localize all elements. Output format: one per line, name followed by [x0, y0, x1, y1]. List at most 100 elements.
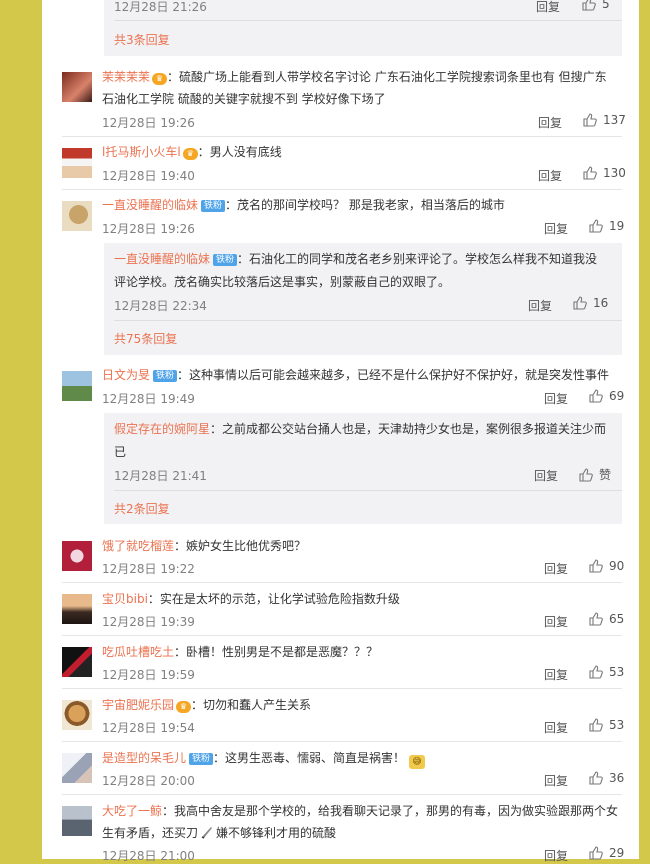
like-button[interactable]: 5 [582, 0, 610, 11]
like-count: 5 [602, 0, 610, 11]
like-button[interactable]: 赞 [579, 466, 611, 483]
divider [62, 688, 622, 689]
avatar[interactable] [62, 700, 92, 730]
username-link[interactable]: 宇宙肥妮乐园 [102, 698, 174, 712]
username-link[interactable]: 是造型的呆毛儿 [102, 751, 186, 765]
like-button[interactable]: 53 [589, 665, 624, 679]
like-count: 36 [609, 771, 625, 785]
vip-crown-icon: ♛ [152, 73, 168, 85]
comment-text: l托马斯小火车l ♛ ：男人没有底线 [102, 145, 282, 160]
like-button[interactable]: 69 [589, 389, 624, 403]
reply-button[interactable]: 回复 [544, 847, 568, 864]
username-link[interactable]: 茉茉茉茉 [102, 70, 150, 84]
reply-button[interactable]: 回复 [538, 167, 562, 184]
reply-button[interactable]: 回复 [538, 114, 562, 131]
avatar[interactable] [62, 541, 92, 571]
divider [62, 741, 622, 742]
reply-text: 一直没睡醒的临妹 铁粉 ：石油化工的同学和茂名老乡别来评论了。学校怎么样我不知道我没 [114, 252, 598, 266]
divider [62, 189, 622, 190]
sweat-emoji-icon: 😅 [408, 755, 425, 769]
avatar[interactable] [62, 647, 92, 677]
thumb-up-icon [583, 166, 597, 180]
like-count: 130 [603, 166, 626, 180]
divider [62, 582, 622, 583]
like-count: 53 [609, 665, 625, 679]
comment-text: 宇宙肥妮乐园 ♛ ：切勿和蠢人产生关系 [102, 698, 312, 713]
reply-button[interactable]: 回复 [534, 467, 558, 484]
like-count: 69 [609, 389, 625, 403]
username-link[interactable]: 一直没睡醒的临妹 [114, 252, 210, 266]
reply-button[interactable]: 回复 [536, 0, 560, 15]
like-count: 19 [609, 219, 625, 233]
like-button[interactable]: 16 [573, 296, 608, 310]
reply-button[interactable]: 回复 [528, 297, 552, 314]
fan-badge: 铁粉 [153, 370, 178, 382]
more-replies-link[interactable]: 共3条回复 [114, 31, 170, 48]
vip-crown-icon: ♛ [176, 701, 192, 713]
thumb-up-icon [589, 219, 603, 233]
thumb-up-icon [589, 846, 603, 860]
username-link[interactable]: 吃瓜吐槽吃土 [102, 645, 174, 659]
reply-time: 12月28日 22:34 [114, 299, 207, 313]
comment-text-line2: 石油化工学院 硫酸的关键字就搜不到 学校好像下场了 [102, 92, 386, 106]
more-replies-link[interactable]: 共2条回复 [114, 500, 170, 517]
comment-text: 吃瓜吐槽吃土：卧槽！性别男是不是都是恶魔？？？ [102, 645, 379, 659]
thumb-up-icon [583, 113, 597, 127]
comment-time: 12月28日 19:49 [102, 392, 195, 406]
fan-badge: 铁粉 [201, 200, 226, 212]
like-count: 65 [609, 612, 625, 626]
like-count: 53 [609, 718, 625, 732]
username-link[interactable]: 一直没睡醒的临妹 [102, 198, 198, 212]
avatar[interactable] [62, 148, 92, 178]
divider [62, 635, 622, 636]
reply-button[interactable]: 回复 [544, 719, 568, 736]
thumb-up-icon [589, 718, 603, 732]
username-link[interactable]: 日文为旻 [102, 368, 150, 382]
comment-text: 一直没睡醒的临妹 铁粉 ：茂名的那间学校吗？ 那是我老家，相当落后的城市 [102, 198, 505, 212]
avatar[interactable] [62, 594, 92, 624]
thumb-up-icon [579, 468, 593, 482]
username-link[interactable]: 饿了就吃榴莲 [102, 539, 174, 553]
avatar[interactable] [62, 753, 92, 783]
reply-text: 假定存在的婉阿星：之前成都公交站台捅人也是，天津劫持少女也是，案例很多报道关注少… [114, 422, 607, 436]
username-link[interactable]: 大吃了一鲸 [102, 804, 162, 818]
like-count: 赞 [599, 468, 612, 482]
like-button[interactable]: 137 [583, 113, 626, 127]
like-button[interactable]: 90 [589, 559, 624, 573]
comment-text: 大吃了一鲸：我高中舍友是那个学校的，给我看聊天记录了，那男的有毒，因为做实验跟那… [102, 804, 619, 818]
like-button[interactable]: 130 [583, 166, 626, 180]
comment-text: 宝贝bibi：实在是太坏的示范，让化学试验危险指数升级 [102, 592, 400, 606]
like-button[interactable]: 19 [589, 219, 624, 233]
divider [114, 20, 622, 21]
thumb-up-icon [582, 0, 596, 11]
avatar[interactable] [62, 72, 92, 102]
thumb-up-icon [573, 296, 587, 310]
avatar[interactable] [62, 201, 92, 231]
comment-time: 12月28日 21:00 [102, 849, 195, 863]
fan-badge: 铁粉 [189, 753, 214, 765]
divider [114, 320, 622, 321]
comment-text: 日文为旻 铁粉 ：这种事情以后可能会越来越多，已经不是什么保护好不保护好，就是突发性… [102, 368, 610, 382]
avatar[interactable] [62, 806, 92, 836]
avatar[interactable] [62, 371, 92, 401]
more-replies-link[interactable]: 共75条回复 [114, 330, 177, 347]
reply-button[interactable]: 回复 [544, 560, 568, 577]
reply-text-line2: 评论学校。茂名确实比较落后这是事实，别蒙蔽自己的双眼了。 [114, 275, 451, 289]
comment-text: 茉茉茉茉 ♛ ：硫酸广场上能看到人带学校名字讨论 广东石油化工学院搜索词条里也有 但… [102, 70, 607, 85]
reply-button[interactable]: 回复 [544, 220, 568, 237]
vip-crown-icon: ♛ [182, 148, 198, 160]
like-button[interactable]: 36 [589, 771, 624, 785]
like-button[interactable]: 53 [589, 718, 624, 732]
comment-time: 12月28日 19:54 [102, 721, 195, 735]
reply-button[interactable]: 回复 [544, 666, 568, 683]
username-link[interactable]: l托马斯小火车l [102, 145, 181, 159]
thumb-up-icon [589, 771, 603, 785]
reply-button[interactable]: 回复 [544, 390, 568, 407]
username-link[interactable]: 宝贝bibi [102, 592, 148, 606]
reply-button[interactable]: 回复 [544, 772, 568, 789]
username-link[interactable]: 假定存在的婉阿星 [114, 422, 210, 436]
like-button[interactable]: 65 [589, 612, 624, 626]
reply-button[interactable]: 回复 [544, 613, 568, 630]
like-button[interactable]: 29 [589, 846, 624, 860]
like-count: 137 [603, 113, 626, 127]
